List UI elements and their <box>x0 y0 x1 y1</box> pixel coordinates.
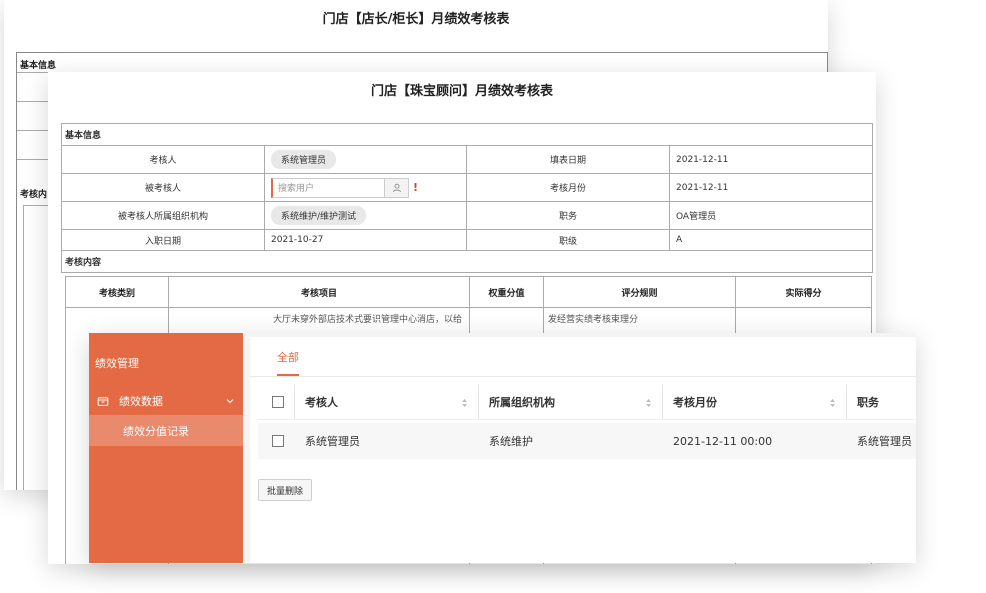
reviewee-org-chip[interactable]: 系统维护/维护测试 <box>271 206 367 225</box>
row-position: 系统管理员 <box>857 435 912 448</box>
reviewer-cell: 系统管理员 <box>264 145 467 174</box>
select-all-checkbox[interactable] <box>272 396 284 408</box>
sort-icon <box>646 399 651 407</box>
item-text: 大厅未穿外部店技术式要识管理中心消店，以给 <box>273 315 463 325</box>
section-basic: 基本信息 <box>60 123 874 146</box>
back-section-content: 考核内 <box>20 190 48 200</box>
header-org[interactable]: 所属组织机构 <box>478 385 662 419</box>
basic-info-table: 基本信息 考核人 系统管理员 填表日期 2021-12-11 被考核人 搜索用户 <box>60 123 874 273</box>
records-panel: 全部 考核人 所属组织机构 考核月份 职务 系统管理员 系统维护 2021-12… <box>250 337 916 563</box>
row-checkbox[interactable] <box>272 435 284 447</box>
sort-icon <box>462 399 467 407</box>
performance-records-window: 绩效管理 绩效数据 绩效分值记录 全部 考核人 所属组织机构 考核月份 职务 系… <box>89 333 916 563</box>
reviewee-org-cell: 系统维护/维护测试 <box>264 201 467 230</box>
archive-icon <box>97 397 109 406</box>
back-section-basic: 基本信息 <box>20 61 57 71</box>
entry-date-value: 2021-10-27 <box>264 229 467 251</box>
label-position: 职务 <box>466 201 670 230</box>
tab-all[interactable]: 全部 <box>277 349 299 376</box>
header-position-label: 职务 <box>857 396 879 409</box>
sidebar-item-label: 绩效分值记录 <box>123 424 189 438</box>
row-org: 系统维护 <box>489 435 533 448</box>
label-fill-date: 填表日期 <box>466 145 670 174</box>
fill-date-value: 2021-12-11 <box>668 145 874 174</box>
label-review-month: 考核月份 <box>466 173 670 202</box>
sort-icon <box>830 399 835 407</box>
sidebar-group-label: 绩效数据 <box>119 395 163 408</box>
col-weight: 权重分值 <box>469 276 544 308</box>
header-reviewer[interactable]: 考核人 <box>294 385 478 419</box>
col-category: 考核类别 <box>65 276 169 308</box>
col-item: 考核项目 <box>168 276 470 308</box>
label-entry-date: 入职日期 <box>61 229 265 251</box>
chevron-down-icon <box>226 399 234 404</box>
label-reviewee-org: 被考核人所属组织机构 <box>61 201 265 230</box>
sidebar-group-performance-data[interactable]: 绩效数据 <box>89 390 243 412</box>
header-position[interactable]: 职务 <box>846 385 916 419</box>
label-rank: 职级 <box>466 229 670 251</box>
reviewer-chip[interactable]: 系统管理员 <box>271 150 337 169</box>
section-content: 考核内容 <box>60 250 874 273</box>
header-month[interactable]: 考核月份 <box>662 385 846 419</box>
form-title: 门店【珠宝顾问】月绩效考核表 <box>370 84 553 99</box>
reviewee-search-input[interactable]: 搜索用户 <box>271 177 409 198</box>
position-value: OA管理员 <box>668 201 874 230</box>
sidebar: 绩效管理 绩效数据 绩效分值记录 <box>89 333 243 563</box>
reviewee-cell: 搜索用户 ! <box>264 173 467 202</box>
required-mark: ! <box>413 181 419 194</box>
records-table-header: 考核人 所属组织机构 考核月份 职务 <box>258 385 916 420</box>
review-month-value: 2021-12-11 <box>668 173 874 202</box>
reviewee-search-placeholder: 搜索用户 <box>278 184 315 194</box>
tab-bar: 全部 <box>250 337 916 377</box>
header-org-label: 所属组织机构 <box>489 396 555 409</box>
col-score: 实际得分 <box>735 276 872 308</box>
label-reviewee: 被考核人 <box>61 173 265 202</box>
row-reviewer: 系统管理员 <box>305 435 360 448</box>
header-month-label: 考核月份 <box>673 396 717 409</box>
rank-value: A <box>668 229 874 251</box>
table-row[interactable]: 系统管理员 系统维护 2021-12-11 00:00 系统管理员 <box>258 423 916 459</box>
label-reviewer: 考核人 <box>61 145 265 174</box>
row-checkbox-cell <box>258 423 294 459</box>
sidebar-title: 绩效管理 <box>95 357 139 370</box>
user-picker-button[interactable] <box>384 178 408 197</box>
header-reviewer-label: 考核人 <box>305 396 338 409</box>
row-month: 2021-12-11 00:00 <box>673 434 773 448</box>
batch-delete-button[interactable]: 批量删除 <box>258 479 312 501</box>
sidebar-item-score-records[interactable]: 绩效分值记录 <box>89 415 243 446</box>
back-form-title: 门店【店长/柜长】月绩效考核表 <box>322 12 510 27</box>
user-icon <box>392 183 401 192</box>
header-checkbox-cell <box>258 385 294 419</box>
col-rule: 评分规则 <box>543 276 736 308</box>
